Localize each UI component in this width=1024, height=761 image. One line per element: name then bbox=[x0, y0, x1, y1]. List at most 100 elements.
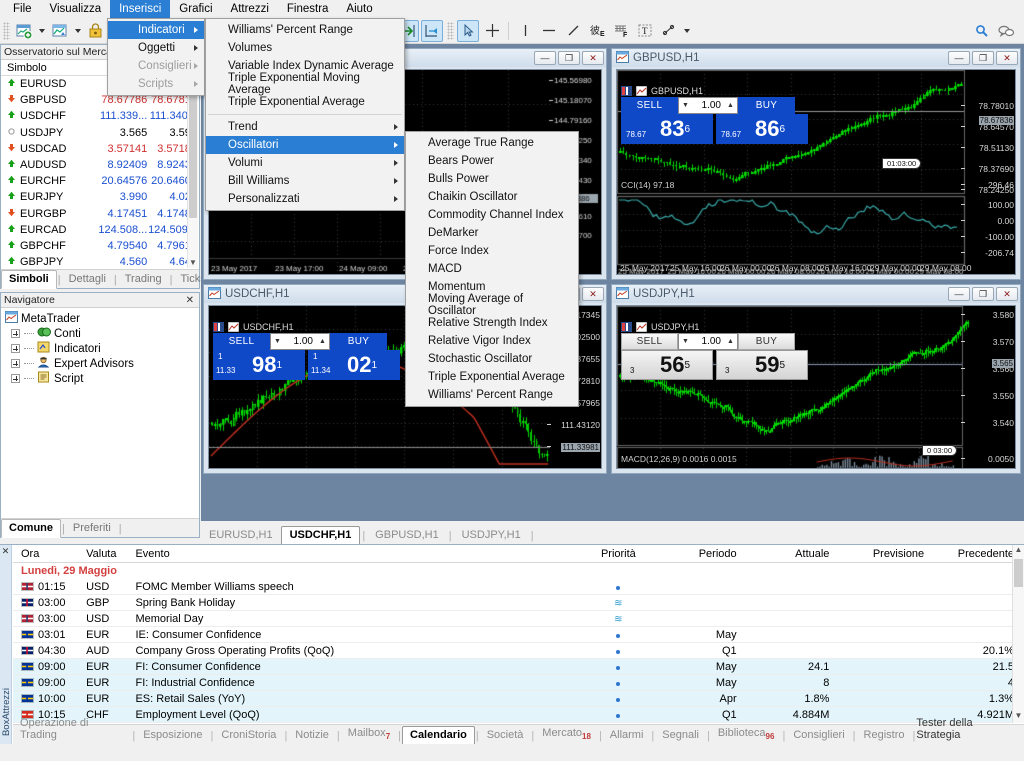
menu-item-bulls-power[interactable]: Bulls Power bbox=[406, 170, 578, 188]
terminal-tab-segnali[interactable]: Segnali bbox=[655, 727, 706, 744]
market-watch-row[interactable]: EURCAD 124.508... 124.509... bbox=[1, 222, 199, 238]
menubar-item-attrezzi[interactable]: Attrezzi bbox=[222, 0, 278, 18]
cell-evento[interactable]: Memorial Day bbox=[129, 613, 575, 625]
volume-value-gbpusd[interactable]: 1.00 bbox=[692, 100, 724, 111]
navigator-root[interactable]: MetaTrader bbox=[5, 311, 199, 326]
navigator-item-conti[interactable]: Conti bbox=[5, 326, 199, 341]
calendar-row[interactable]: 10:15 CHF Employment Level (QoQ) Q1 4.884M 4.… bbox=[13, 707, 1024, 723]
menu-item-relative-vigor-index[interactable]: Relative Vigor Index bbox=[406, 332, 578, 350]
calendar-row[interactable]: 09:00 EUR FI: Industrial Confidence May 8 4 bbox=[13, 675, 1024, 691]
timeframes-icon[interactable] bbox=[658, 20, 680, 42]
search-icon[interactable] bbox=[971, 20, 993, 42]
market-watch-row[interactable]: GBPJPY 4.560 4.640 bbox=[1, 254, 199, 270]
column-ora[interactable]: Ora bbox=[13, 548, 82, 560]
terminal-tab-mailbox[interactable]: Mailbox7 bbox=[341, 725, 397, 744]
tab-preferiti[interactable]: Preferiti bbox=[66, 520, 118, 537]
chart-canvas-gbpusd[interactable]: GBPUSD,H1 SELL ▼ 1.00 ▲ BUY 78.67 83 6 7… bbox=[616, 69, 1016, 275]
menu-item-indicatori[interactable]: Indicatori bbox=[108, 21, 204, 39]
menu-item-bears-power[interactable]: Bears Power bbox=[406, 152, 578, 170]
chart-title-bar-usdjpy[interactable]: USDJPY,H1 — ❐ ✕ bbox=[612, 285, 1020, 303]
symbol-cell[interactable]: EURCAD bbox=[1, 224, 96, 236]
column-valuta[interactable]: Valuta bbox=[82, 548, 129, 560]
cell-evento[interactable]: Employment Level (QoQ) bbox=[129, 709, 575, 721]
column-symbol[interactable]: Simbolo bbox=[1, 62, 96, 74]
octp-chart-icon[interactable] bbox=[635, 321, 648, 332]
cell-evento[interactable]: IE: Consumer Confidence bbox=[129, 629, 575, 641]
octp-toggle-icon[interactable] bbox=[621, 85, 632, 96]
scroll-down-arrow[interactable]: ▼ bbox=[188, 257, 198, 268]
symbol-cell[interactable]: USDCAD bbox=[1, 143, 96, 155]
terminal-tab-notizie[interactable]: Notizie bbox=[288, 727, 336, 744]
chart-title-bar-gbpusd[interactable]: GBPUSD,H1 — ❐ ✕ bbox=[612, 49, 1020, 67]
market-watch-row[interactable]: USDJPY 3.565 3.595 bbox=[1, 125, 199, 141]
symbol-cell[interactable]: GBPJPY bbox=[1, 256, 96, 268]
calendar-row[interactable]: 04:30 AUD Company Gross Operating Profits … bbox=[13, 643, 1024, 659]
calendar-row[interactable]: 03:01 EUR IE: Consumer Confidence May bbox=[13, 627, 1024, 643]
expand-icon[interactable] bbox=[11, 344, 20, 353]
octp-toggle-icon[interactable] bbox=[621, 321, 632, 332]
buy-button-usdchf[interactable]: BUY bbox=[330, 333, 387, 350]
terminal-tab-cronistoria[interactable]: CroniStoria bbox=[214, 727, 283, 744]
menu-item-demarker[interactable]: DeMarker bbox=[406, 224, 578, 242]
chart-window-usdjpy[interactable]: USDJPY,H1 — ❐ ✕ USDJPY,H1 SELL ▼ 1.00 ▲ … bbox=[611, 284, 1021, 474]
cell-evento[interactable]: FI: Industrial Confidence bbox=[129, 677, 575, 689]
symbol-cell[interactable]: EURUSD bbox=[1, 78, 96, 90]
text-label-icon[interactable]: T bbox=[634, 20, 656, 42]
menu-item-stochastic-oscillator[interactable]: Stochastic Oscillator bbox=[406, 350, 578, 368]
new-chart-dropdown-icon[interactable] bbox=[39, 28, 45, 33]
symbol-cell[interactable]: USDCHF bbox=[1, 110, 96, 122]
buy-button-usdjpy[interactable]: BUY bbox=[738, 333, 795, 350]
vertical-line-icon[interactable] bbox=[514, 20, 536, 42]
octp-toggle-icon[interactable] bbox=[213, 321, 224, 332]
profiles-icon[interactable] bbox=[49, 20, 71, 42]
menu-item-consiglieri[interactable]: Consiglieri bbox=[108, 57, 204, 75]
maximize-button[interactable]: ❐ bbox=[972, 51, 994, 65]
cell-evento[interactable]: Spring Bank Holiday bbox=[129, 597, 575, 609]
terminal-tab-operazione-di-trading[interactable]: Operazione di Trading bbox=[13, 715, 131, 744]
terminal-tab-allarmi[interactable]: Allarmi bbox=[603, 727, 651, 744]
tab-dettagli[interactable]: Dettagli bbox=[62, 271, 113, 288]
symbol-cell[interactable]: GBPUSD bbox=[1, 94, 96, 106]
sell-button-gbpusd[interactable]: SELL bbox=[621, 97, 678, 114]
chart-tab-eurusd[interactable]: EURUSD,H1 bbox=[201, 527, 281, 544]
symbol-cell[interactable]: AUDUSD bbox=[1, 159, 96, 171]
cell-evento[interactable]: Company Gross Operating Profits (QoQ) bbox=[129, 645, 575, 657]
menu-item-average-true-range[interactable]: Average True Range bbox=[406, 134, 578, 152]
calendar-row[interactable]: 10:00 EUR ES: Retail Sales (YoY) Apr 1.8% 1.3… bbox=[13, 691, 1024, 707]
menu-item-triple-exponential-moving-average[interactable]: Triple Exponential Moving Average bbox=[206, 72, 404, 96]
cursor-icon[interactable] bbox=[457, 19, 479, 42]
minimize-button[interactable]: — bbox=[948, 287, 970, 301]
buy-price-usdchf[interactable]: 1 11.34 02 1 bbox=[308, 350, 400, 380]
menu-item-williams-percent-range[interactable]: Williams' Percent Range bbox=[406, 386, 578, 404]
strategy-tester-label[interactable]: Tester della Strategia bbox=[916, 715, 1024, 744]
sell-button-usdchf[interactable]: SELL bbox=[213, 333, 270, 350]
timeframes-dropdown-icon[interactable] bbox=[684, 28, 690, 33]
menubar-item-inserisci[interactable]: Inserisci bbox=[110, 0, 171, 18]
menu-item-triple-exponential-average[interactable]: Triple Exponential Average bbox=[406, 368, 578, 386]
market-watch-row[interactable]: USDCAD 3.57141 3.57181 bbox=[1, 141, 199, 157]
tab-comune[interactable]: Comune bbox=[1, 519, 61, 538]
terminal-tab-esposizione[interactable]: Esposizione bbox=[136, 727, 209, 744]
terminal-tab-calendario[interactable]: Calendario bbox=[402, 726, 475, 744]
minimize-button[interactable]: — bbox=[948, 51, 970, 65]
menu-item-trend[interactable]: Trend bbox=[206, 118, 404, 136]
column-periodo[interactable]: Periodo bbox=[662, 548, 747, 560]
cell-evento[interactable]: FOMC Member Williams speech bbox=[129, 581, 575, 593]
navigator-item-expert-advisors[interactable]: Expert Advisors bbox=[5, 356, 199, 371]
menu-item-force-index[interactable]: Force Index bbox=[406, 242, 578, 260]
menubar-item-aiuto[interactable]: Aiuto bbox=[337, 0, 381, 18]
navigator-item-indicatori[interactable]: Indicatori bbox=[5, 341, 199, 356]
menu-item-oggetti[interactable]: Oggetti bbox=[108, 39, 204, 57]
volume-decrement-icon[interactable]: ▼ bbox=[271, 338, 284, 345]
close-icon[interactable]: ✕ bbox=[184, 295, 196, 306]
close-icon[interactable]: ✕ bbox=[0, 545, 11, 557]
menubar-item-finestra[interactable]: Finestra bbox=[278, 0, 338, 18]
column-previsione[interactable]: Previsione bbox=[839, 548, 934, 560]
volume-stepper-usdjpy[interactable]: ▼ 1.00 ▲ bbox=[678, 333, 738, 350]
one-click-trading-gbpusd[interactable]: GBPUSD,H1 SELL ▼ 1.00 ▲ BUY 78.67 83 6 7… bbox=[621, 84, 811, 144]
terminal-tab-societ-[interactable]: Società bbox=[480, 727, 531, 744]
sell-button-usdjpy[interactable]: SELL bbox=[621, 333, 678, 350]
column-precedente[interactable]: Precedente bbox=[934, 548, 1024, 560]
menubar-item-file[interactable]: File bbox=[4, 0, 41, 18]
menu-item-relative-strength-index[interactable]: Relative Strength Index bbox=[406, 314, 578, 332]
